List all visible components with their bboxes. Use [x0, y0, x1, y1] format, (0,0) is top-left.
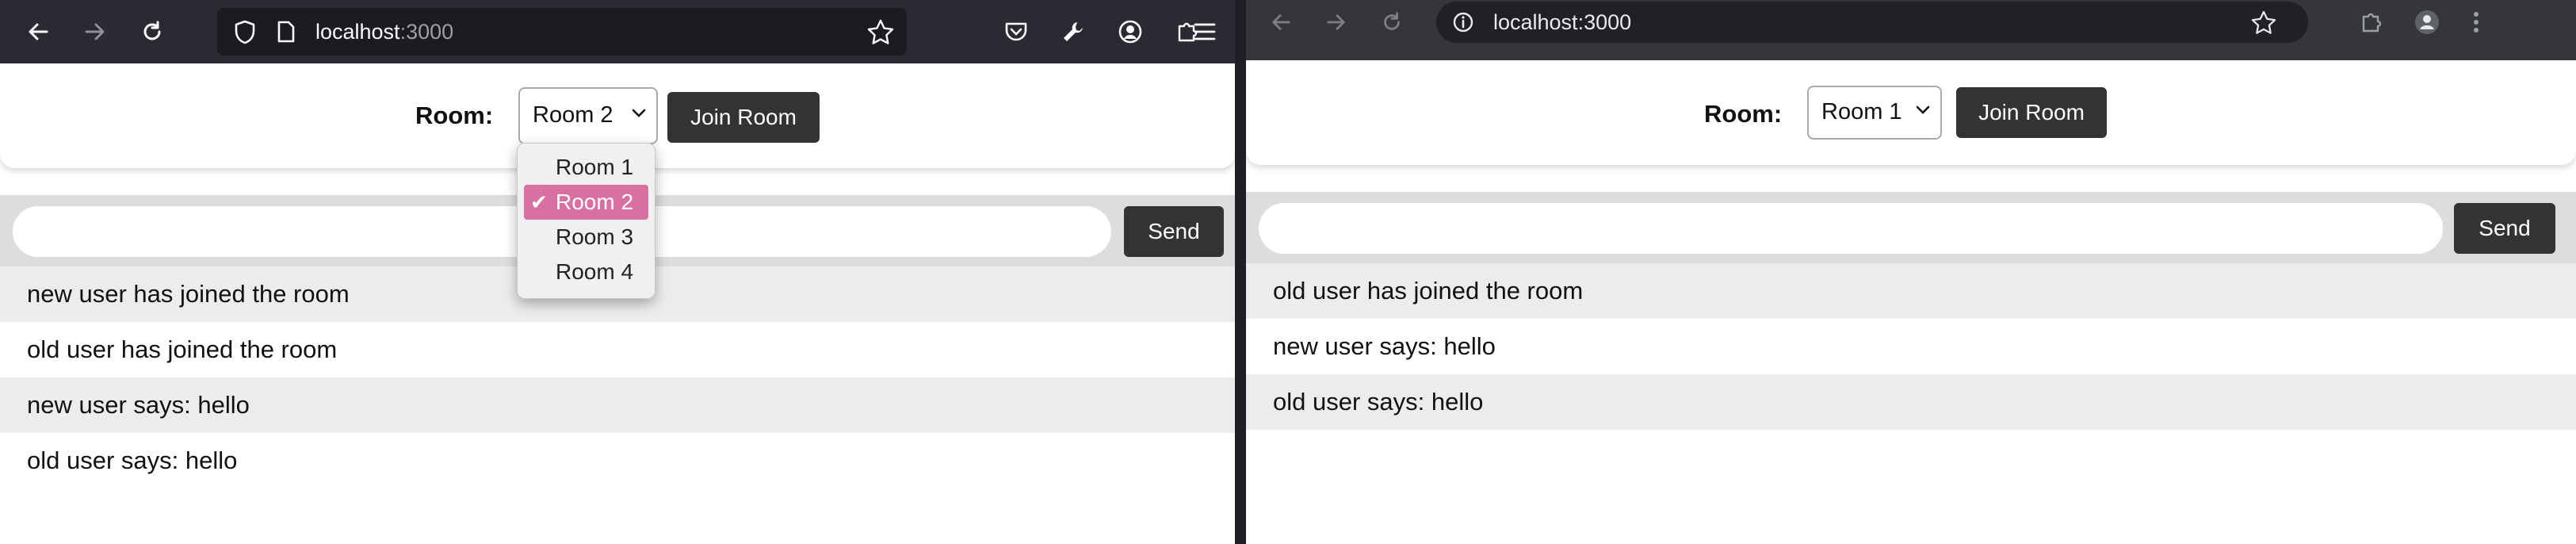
- reload-button[interactable]: [133, 13, 171, 51]
- page-icon[interactable]: [276, 20, 296, 44]
- message-item: old user says: hello: [1246, 374, 2576, 430]
- message-list: old user has joined the room new user sa…: [1246, 263, 2576, 430]
- send-button[interactable]: Send: [2454, 203, 2555, 254]
- tools-button[interactable]: [1054, 13, 1092, 51]
- room-option-2[interactable]: ✔ Room 2: [524, 185, 648, 220]
- message-item: new user says: hello: [0, 377, 1235, 433]
- shield-icon[interactable]: [233, 19, 257, 44]
- room-dropdown-menu: Room 1 ✔ Room 2 Room 3 Room 4: [517, 143, 655, 299]
- room-selector-bar: Room: Room 1 Join Room: [1246, 60, 2576, 165]
- account-button[interactable]: [1111, 13, 1149, 51]
- room-select[interactable]: Room 2: [518, 87, 658, 144]
- room-option-4[interactable]: Room 4: [524, 255, 648, 289]
- room-label: Room:: [1704, 100, 1783, 128]
- send-button[interactable]: Send: [1124, 206, 1224, 257]
- room-option-label: Room 1: [556, 155, 634, 179]
- wrench-icon: [1064, 22, 1083, 41]
- room-option-label: Room 3: [556, 224, 634, 249]
- message-input-row: Send: [1246, 192, 2576, 263]
- room-select[interactable]: Room 1: [1807, 86, 1942, 140]
- reload-icon: [1384, 12, 1400, 30]
- room-option-3[interactable]: Room 3: [524, 220, 648, 255]
- forward-button[interactable]: [1317, 3, 1355, 41]
- pocket-button[interactable]: [997, 13, 1035, 51]
- checkmark-icon: ✔: [530, 190, 548, 214]
- room-select-value: Room 1: [1821, 99, 1902, 125]
- menu-button[interactable]: [1186, 13, 1224, 51]
- url-port: :3000: [399, 20, 454, 44]
- more-menu-button[interactable]: [2457, 3, 2495, 41]
- page-content: Room: Room 2 Join Room Send new user has…: [0, 63, 1235, 544]
- puzzle-icon: [2362, 13, 2382, 33]
- firefox-window: localhost:3000 Room: Room 2 Join Room Se…: [0, 0, 1235, 544]
- extensions-button[interactable]: [2352, 3, 2391, 41]
- reload-icon: [143, 21, 161, 40]
- back-arrow-icon: [1272, 14, 1290, 30]
- room-label: Room:: [415, 102, 494, 129]
- room-option-1[interactable]: Room 1: [524, 150, 648, 185]
- message-item: old user has joined the room: [0, 322, 1235, 377]
- url-text: localhost:3000: [315, 20, 453, 44]
- back-arrow-icon: [29, 23, 48, 40]
- message-item: old user says: hello: [0, 433, 1235, 488]
- window-divider: [1235, 0, 1246, 544]
- browser-toolbar: localhost:3000: [1246, 0, 2576, 60]
- chevron-down-icon: [1916, 105, 1930, 114]
- message-item: new user says: hello: [1246, 319, 2576, 374]
- room-option-label: Room 4: [556, 259, 634, 284]
- message-item: old user has joined the room: [1246, 263, 2576, 319]
- back-button[interactable]: [19, 13, 57, 51]
- forward-button[interactable]: [76, 13, 114, 51]
- join-room-button[interactable]: Join Room: [1956, 87, 2107, 138]
- account-icon: [1118, 20, 1142, 44]
- forward-arrow-icon: [1327, 14, 1345, 30]
- pocket-icon: [1005, 22, 1027, 41]
- omnibox[interactable]: localhost:3000: [1436, 2, 2308, 43]
- chrome-window: localhost:3000 Room: Room 1 Join Room Se…: [1246, 0, 2576, 544]
- bookmark-star-icon[interactable]: [867, 19, 894, 44]
- forward-arrow-icon: [85, 23, 105, 40]
- room-option-label: Room 2: [556, 190, 634, 214]
- url-text: localhost:3000: [1493, 10, 1632, 34]
- bookmark-star-icon[interactable]: [2251, 10, 2276, 34]
- message-list: new user has joined the room old user ha…: [0, 266, 1235, 488]
- site-info-icon[interactable]: [1452, 11, 1474, 33]
- browser-toolbar: localhost:3000: [0, 0, 1235, 63]
- message-input[interactable]: [1259, 203, 2443, 254]
- page-content: Room: Room 1 Join Room Send old user has…: [1246, 60, 2576, 544]
- join-room-button[interactable]: Join Room: [667, 92, 820, 143]
- profile-avatar-icon: [2415, 10, 2439, 34]
- hamburger-menu-icon: [1194, 23, 1216, 40]
- chevron-down-icon: [632, 109, 646, 117]
- kebab-menu-icon: [2474, 12, 2479, 33]
- url-bar[interactable]: localhost:3000: [217, 8, 907, 56]
- back-button[interactable]: [1262, 3, 1300, 41]
- reload-button[interactable]: [1373, 3, 1411, 41]
- room-select-value: Room 2: [533, 102, 613, 128]
- url-host: localhost: [315, 20, 400, 44]
- profile-button[interactable]: [2408, 3, 2446, 41]
